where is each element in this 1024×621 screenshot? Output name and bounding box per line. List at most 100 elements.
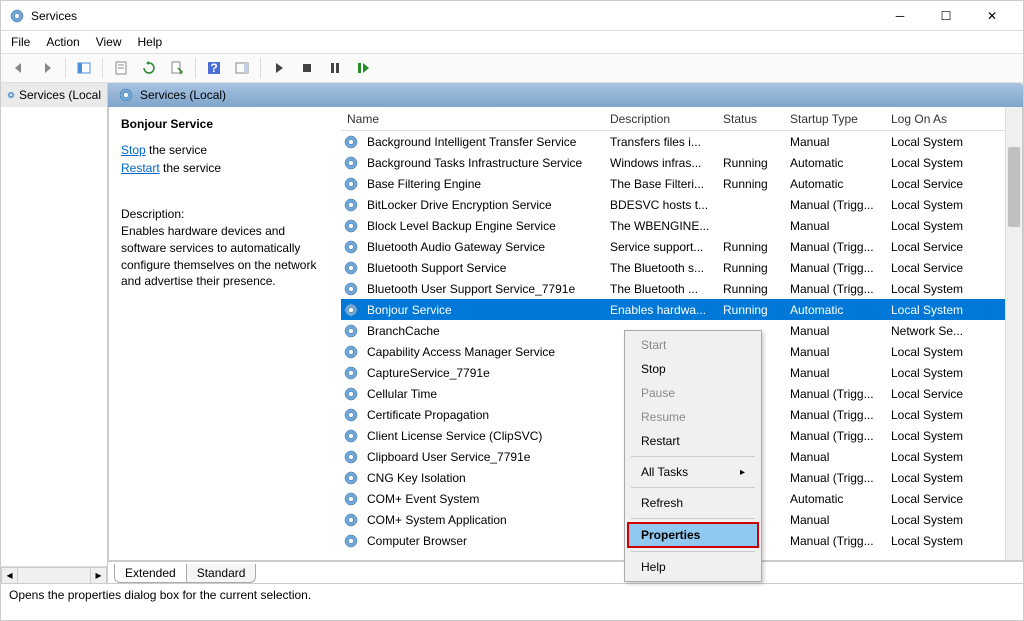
ctx-resume: Resume: [627, 405, 759, 429]
menu-view[interactable]: View: [96, 35, 122, 49]
table-row[interactable]: Base Filtering EngineThe Base Filteri...…: [341, 173, 1022, 194]
gear-icon: [341, 155, 361, 171]
gear-icon: [341, 281, 361, 297]
gear-icon: [341, 344, 361, 360]
col-status[interactable]: Status: [717, 112, 784, 126]
cell-logon: Local System: [885, 219, 979, 233]
cell-startup: Manual (Trigg...: [784, 408, 885, 422]
col-name[interactable]: Name: [341, 112, 604, 126]
stop-link[interactable]: Stop: [121, 143, 146, 157]
back-button[interactable]: [7, 56, 31, 80]
titlebar: Services ─ ☐ ✕: [1, 1, 1023, 31]
scroll-right-icon[interactable]: ▸: [90, 567, 107, 584]
cell-startup: Automatic: [784, 156, 885, 170]
tab-extended[interactable]: Extended: [114, 564, 187, 583]
tree-root[interactable]: Services (Local: [1, 83, 107, 107]
table-row[interactable]: Background Tasks Infrastructure ServiceW…: [341, 152, 1022, 173]
tree-h-scroll[interactable]: ◂ ▸: [1, 566, 107, 583]
gear-icon: [341, 260, 361, 276]
v-scrollbar[interactable]: [1005, 107, 1022, 560]
table-row[interactable]: Block Level Backup Engine ServiceThe WBE…: [341, 215, 1022, 236]
gear-icon: [341, 197, 361, 213]
table-row[interactable]: Bonjour ServiceEnables hardwa...RunningA…: [341, 299, 1022, 320]
context-menu: Start Stop Pause Resume Restart All Task…: [624, 330, 762, 582]
gear-icon: [341, 449, 361, 465]
cell-startup: Manual: [784, 135, 885, 149]
table-row[interactable]: BitLocker Drive Encryption ServiceBDESVC…: [341, 194, 1022, 215]
cell-description: Transfers files i...: [604, 135, 717, 149]
cell-name: Clipboard User Service_7791e: [361, 450, 604, 464]
cell-name: BitLocker Drive Encryption Service: [361, 198, 604, 212]
stop-service-button[interactable]: [295, 56, 319, 80]
cell-startup: Manual (Trigg...: [784, 282, 885, 296]
menu-help[interactable]: Help: [138, 35, 163, 49]
cell-logon: Local System: [885, 303, 979, 317]
ctx-all-tasks[interactable]: All Tasks: [627, 460, 759, 484]
maximize-button[interactable]: ☐: [923, 1, 969, 31]
pause-service-button[interactable]: [323, 56, 347, 80]
ctx-help[interactable]: Help: [627, 555, 759, 579]
cell-startup: Manual: [784, 345, 885, 359]
statusbar: Opens the properties dialog box for the …: [1, 583, 1023, 605]
cell-name: Bluetooth Support Service: [361, 261, 604, 275]
tree-root-label: Services (Local: [19, 88, 101, 102]
cell-startup: Manual (Trigg...: [784, 429, 885, 443]
col-description[interactable]: Description: [604, 112, 717, 126]
export-button[interactable]: [165, 56, 189, 80]
table-row[interactable]: Bluetooth Audio Gateway ServiceService s…: [341, 236, 1022, 257]
cell-logon: Local System: [885, 471, 979, 485]
restart-link[interactable]: Restart: [121, 161, 160, 175]
ctx-properties[interactable]: Properties: [627, 522, 759, 548]
menu-file[interactable]: File: [11, 35, 30, 49]
menu-action[interactable]: Action: [46, 35, 79, 49]
ctx-restart[interactable]: Restart: [627, 429, 759, 453]
help-button[interactable]: ?: [202, 56, 226, 80]
gear-icon: [341, 134, 361, 150]
show-hide-tree-button[interactable]: [72, 56, 96, 80]
cell-status: Running: [717, 261, 784, 275]
cell-startup: Manual: [784, 219, 885, 233]
cell-logon: Local Service: [885, 177, 979, 191]
scroll-left-icon[interactable]: ◂: [1, 567, 18, 584]
cell-startup: Automatic: [784, 492, 885, 506]
cell-logon: Local System: [885, 534, 979, 548]
properties-button[interactable]: [109, 56, 133, 80]
table-row[interactable]: Bluetooth User Support Service_7791eThe …: [341, 278, 1022, 299]
cell-startup: Manual (Trigg...: [784, 261, 885, 275]
cell-description: The Bluetooth ...: [604, 282, 717, 296]
col-startup[interactable]: Startup Type: [784, 112, 885, 126]
ctx-refresh[interactable]: Refresh: [627, 491, 759, 515]
cell-logon: Local System: [885, 429, 979, 443]
cell-startup: Manual: [784, 324, 885, 338]
cell-logon: Local System: [885, 345, 979, 359]
cell-name: COM+ System Application: [361, 513, 604, 527]
cell-logon: Local Service: [885, 387, 979, 401]
close-button[interactable]: ✕: [969, 1, 1015, 31]
gear-icon: [341, 302, 361, 318]
description-text: Enables hardware devices and software se…: [121, 223, 329, 290]
tab-standard[interactable]: Standard: [186, 564, 257, 583]
table-row[interactable]: Background Intelligent Transfer ServiceT…: [341, 131, 1022, 152]
show-hide-action-pane-button[interactable]: [230, 56, 254, 80]
refresh-button[interactable]: [137, 56, 161, 80]
cell-startup: Manual (Trigg...: [784, 240, 885, 254]
restart-service-button[interactable]: [351, 56, 375, 80]
cell-name: Client License Service (ClipSVC): [361, 429, 604, 443]
forward-button[interactable]: [35, 56, 59, 80]
content-area: Services (Local ◂ ▸ Services (Local) Bon…: [1, 83, 1023, 583]
start-service-button[interactable]: [267, 56, 291, 80]
cell-name: Cellular Time: [361, 387, 604, 401]
cell-logon: Local System: [885, 366, 979, 380]
cell-logon: Local Service: [885, 240, 979, 254]
gear-icon: [341, 491, 361, 507]
ctx-stop[interactable]: Stop: [627, 357, 759, 381]
col-logon[interactable]: Log On As: [885, 112, 979, 126]
gear-icon: [341, 365, 361, 381]
cell-startup: Manual: [784, 450, 885, 464]
minimize-button[interactable]: ─: [877, 1, 923, 31]
gear-icon: [341, 386, 361, 402]
cell-status: Running: [717, 177, 784, 191]
cell-description: Enables hardwa...: [604, 303, 717, 317]
cell-logon: Local System: [885, 513, 979, 527]
table-row[interactable]: Bluetooth Support ServiceThe Bluetooth s…: [341, 257, 1022, 278]
